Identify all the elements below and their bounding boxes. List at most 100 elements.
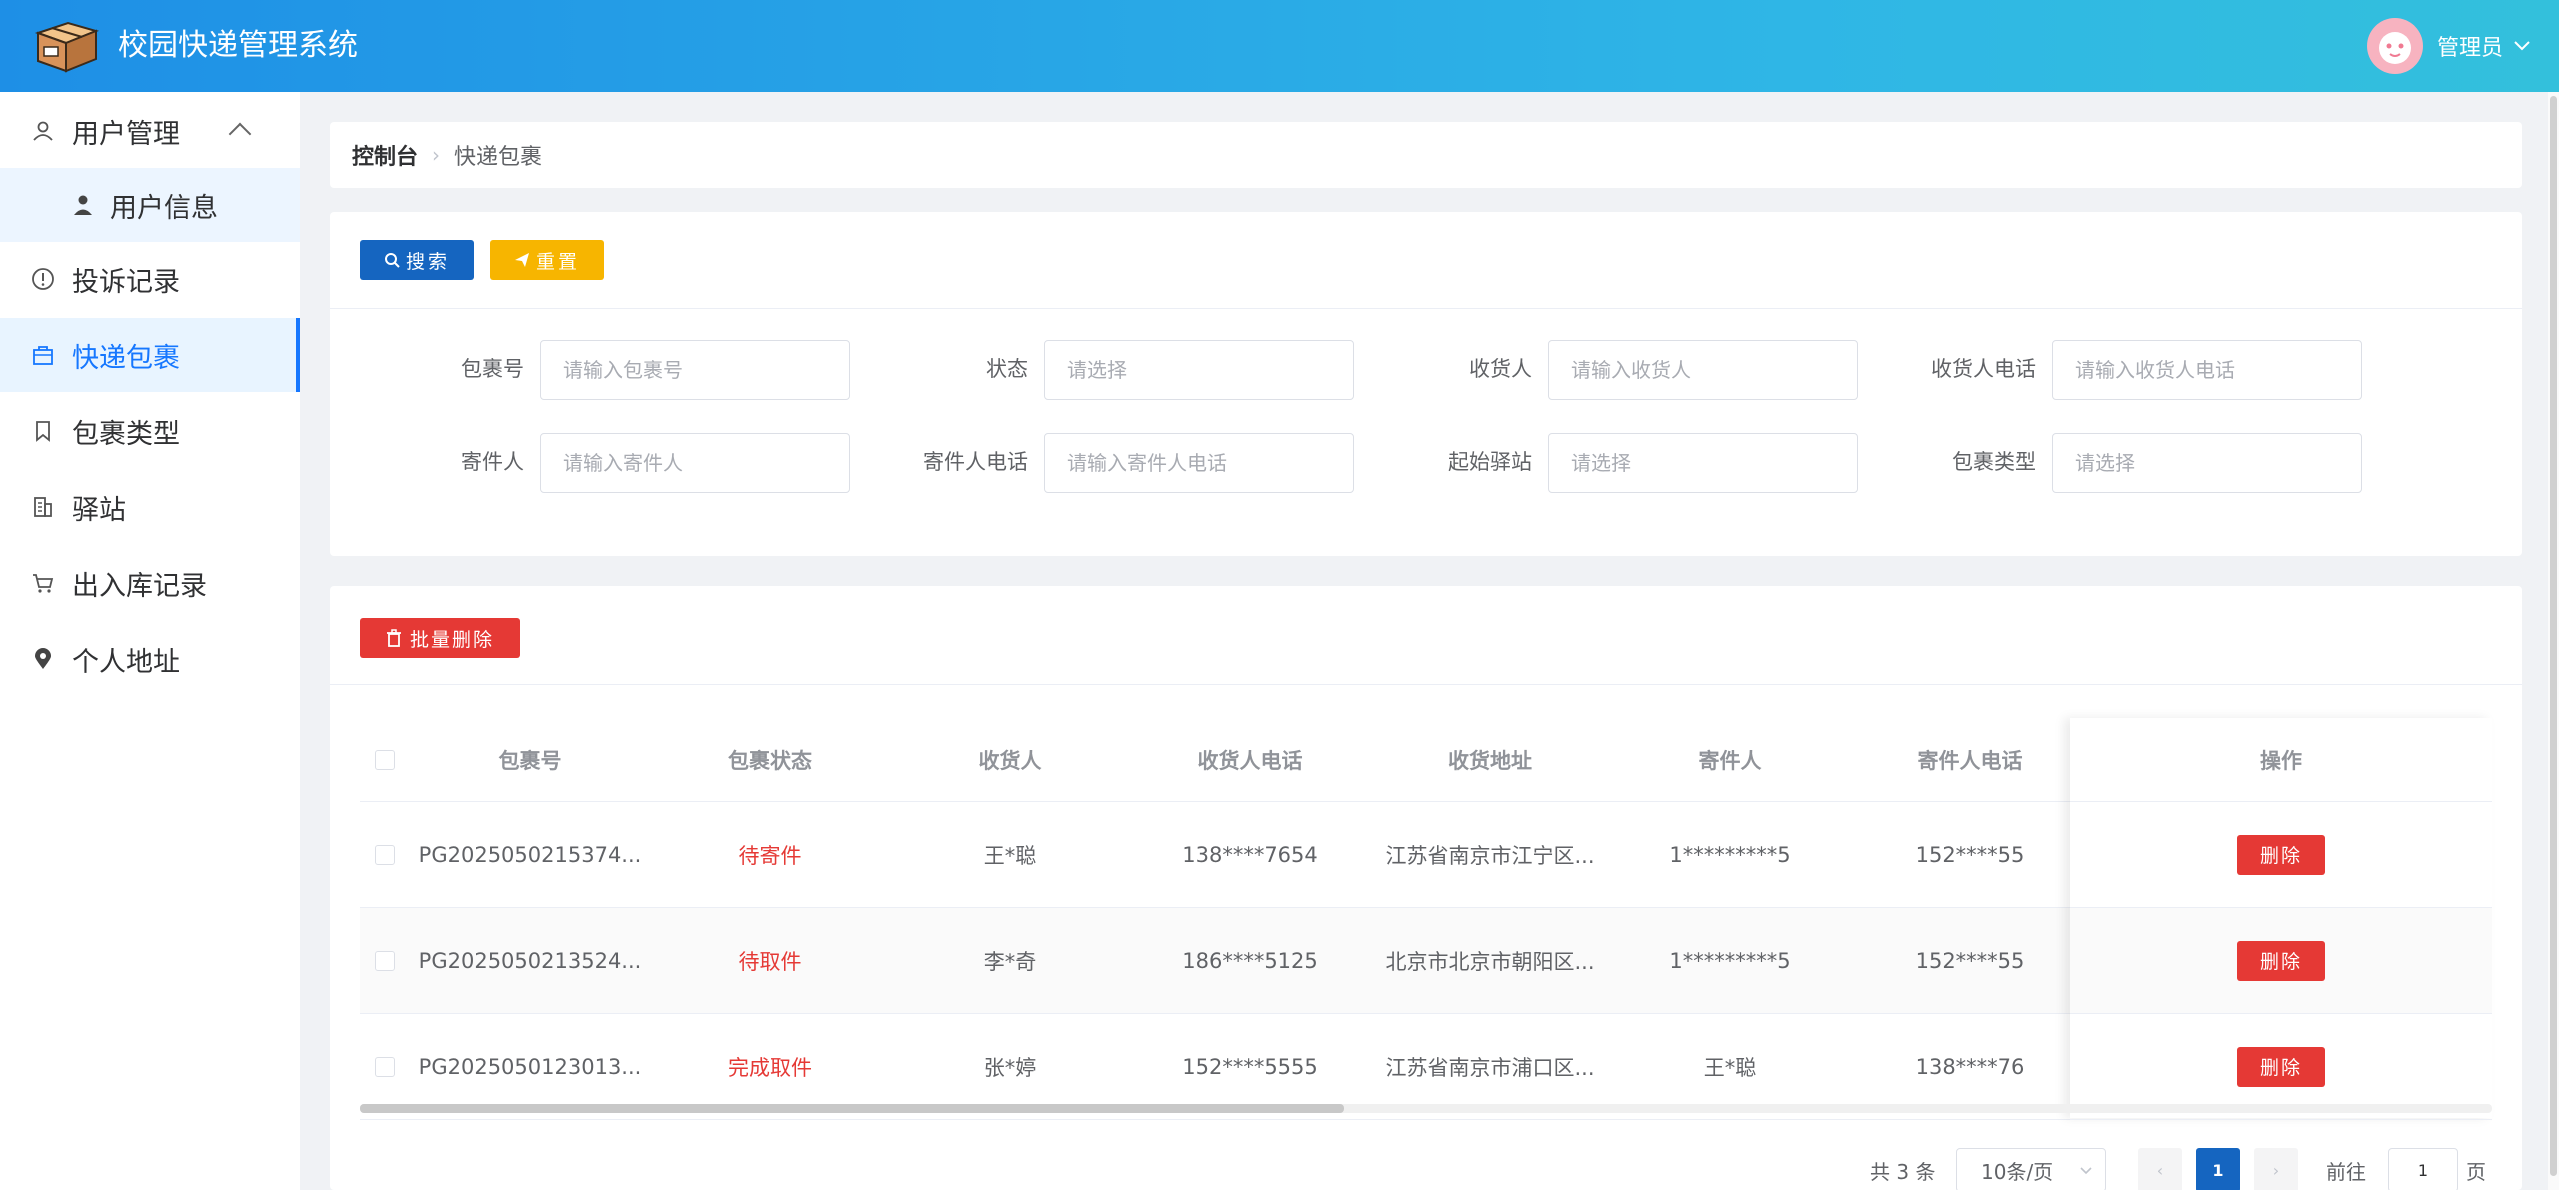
receiver-cell: 李*奇: [983, 949, 1037, 974]
goto-prefix: 前往: [2326, 1159, 2366, 1184]
package-type-select[interactable]: [2052, 433, 2362, 493]
sidebar-item-label: 个人地址: [72, 646, 180, 678]
sidebar-item-package-types[interactable]: 包裹类型: [0, 394, 300, 468]
sender-phone-cell: 152****55: [1915, 948, 2025, 973]
user-icon: [30, 118, 56, 144]
chevron-down-icon: [2080, 1167, 2092, 1175]
column-header: 寄件人电话: [1917, 748, 2023, 773]
reset-button-label: 重置: [535, 250, 580, 273]
status-cell: 待取件: [738, 949, 802, 974]
batch-delete-button[interactable]: 批量删除: [360, 618, 520, 658]
pagination-total: 共 3 条: [1870, 1159, 1936, 1184]
row-actions: 删除: [2070, 908, 2492, 1014]
user-name[interactable]: 管理员: [2437, 30, 2503, 62]
divider: [330, 684, 2522, 685]
chevron-down-icon[interactable]: [2513, 40, 2531, 52]
receiver-cell: 王*聪: [983, 843, 1037, 868]
sidebar-item-label: 出入库记录: [72, 570, 207, 602]
receiver-phone-input[interactable]: [2052, 340, 2362, 400]
building-icon: [30, 494, 56, 520]
user-menu[interactable]: 管理员: [2366, 18, 2531, 74]
package-icon: [30, 342, 56, 368]
page-number-current[interactable]: 1: [2196, 1148, 2240, 1190]
row-checkbox[interactable]: [360, 802, 410, 907]
sidebar-item-inout-records[interactable]: 出入库记录: [0, 546, 300, 620]
receiver-phone-cell: 138****7654: [1182, 842, 1318, 867]
column-header: 寄件人: [1698, 748, 1762, 773]
divider: [330, 308, 2522, 309]
sender-phone-input[interactable]: [1044, 433, 1354, 493]
sidebar-item-address[interactable]: 个人地址: [0, 622, 300, 696]
top-header: 校园快递管理系统 管理员: [0, 0, 2559, 92]
package-no-cell: PG2025050213524...: [418, 948, 642, 973]
start-station-select[interactable]: [1548, 433, 1858, 493]
chevron-up-icon[interactable]: [228, 122, 252, 146]
trash-icon: [386, 629, 401, 647]
sidebar-item-packages[interactable]: 快递包裹: [0, 318, 300, 392]
page-size-value: 10条/页: [1981, 1159, 2054, 1184]
page-vertical-scrollbar[interactable]: [2548, 92, 2559, 1190]
field-label-package-no: 包裹号: [461, 357, 524, 381]
sender-cell: 1*********5: [1669, 842, 1791, 867]
column-header: 收货人: [978, 748, 1042, 773]
sidebar-item-label: 快递包裹: [72, 342, 180, 374]
next-page-button[interactable]: ›: [2254, 1148, 2298, 1190]
search-button[interactable]: 搜索: [360, 240, 474, 280]
field-label-sender-phone: 寄件人电话: [923, 450, 1028, 474]
breadcrumb: 控制台 › 快递包裹: [330, 122, 2522, 188]
field-label-receiver: 收货人: [1469, 357, 1532, 381]
search-button-label: 搜索: [405, 250, 450, 273]
sender-phone-cell: 152****55: [1915, 842, 2025, 867]
person-icon: [70, 192, 96, 218]
column-header: 包裹号: [498, 748, 562, 773]
goto-page-input[interactable]: 1: [2388, 1148, 2458, 1190]
scrollbar-thumb[interactable]: [360, 1104, 1344, 1113]
column-header: 操作: [2070, 718, 2492, 802]
sidebar-item-label: 用户管理: [72, 118, 180, 150]
scrollbar-thumb[interactable]: [2550, 96, 2557, 1176]
reset-button[interactable]: 重置: [490, 240, 604, 280]
page-size-select[interactable]: 10条/页: [1956, 1148, 2106, 1190]
row-checkbox[interactable]: [360, 908, 410, 1013]
sidebar-item-user-info[interactable]: 用户信息: [0, 168, 300, 242]
sidebar-item-label: 投诉记录: [72, 266, 180, 298]
sidebar-item-user-management[interactable]: 用户管理: [0, 94, 300, 168]
address-cell: 江苏省南京市江宁区...: [1385, 843, 1595, 868]
row-actions: 删除: [2070, 802, 2492, 908]
alert-circle-icon: [30, 266, 56, 292]
location-icon: [30, 646, 56, 672]
sidebar: 用户管理 用户信息 投诉记录 快递包裹 包裹类型 驿站 出入库记录 个人地址: [0, 92, 300, 1190]
sidebar-item-label: 用户信息: [110, 192, 218, 224]
send-icon: [514, 253, 529, 267]
batch-delete-label: 批量删除: [409, 628, 494, 651]
breadcrumb-home[interactable]: 控制台: [352, 139, 418, 171]
receiver-input[interactable]: [1548, 340, 1858, 400]
delete-button[interactable]: 删除: [2237, 834, 2325, 875]
status-cell: 待寄件: [738, 843, 802, 868]
delete-button[interactable]: 删除: [2237, 1046, 2325, 1087]
goto-suffix: 页: [2466, 1159, 2486, 1184]
package-no-cell: PG2025050215374...: [418, 842, 642, 867]
table-panel: 批量删除 包裹号 包裹状态 收货人 收货人电话 收货地址 寄件人 寄件人电话 P…: [330, 586, 2522, 1190]
select-all-checkbox[interactable]: [360, 718, 410, 801]
breadcrumb-separator-icon: ›: [432, 143, 441, 167]
package-no-input[interactable]: [540, 340, 850, 400]
field-label-receiver-phone: 收货人电话: [1931, 357, 2036, 381]
receiver-phone-cell: 186****5125: [1182, 948, 1318, 973]
field-label-package-type: 包裹类型: [1952, 450, 2036, 474]
prev-page-button[interactable]: ‹: [2138, 1148, 2182, 1190]
sidebar-item-complaints[interactable]: 投诉记录: [0, 242, 300, 316]
avatar[interactable]: [2366, 18, 2423, 74]
sender-input[interactable]: [540, 433, 850, 493]
app-title: 校园快递管理系统: [118, 28, 358, 63]
status-select[interactable]: [1044, 340, 1354, 400]
field-label-start-station: 起始驿站: [1448, 450, 1532, 474]
search-icon: [384, 253, 400, 268]
table-horizontal-scrollbar[interactable]: [360, 1104, 2492, 1113]
column-header: 收货人电话: [1197, 748, 1303, 773]
cart-icon: [30, 570, 56, 596]
column-header: 收货地址: [1448, 748, 1532, 773]
delete-button[interactable]: 删除: [2237, 940, 2325, 981]
column-header: 包裹状态: [728, 748, 812, 773]
sidebar-item-stations[interactable]: 驿站: [0, 470, 300, 544]
